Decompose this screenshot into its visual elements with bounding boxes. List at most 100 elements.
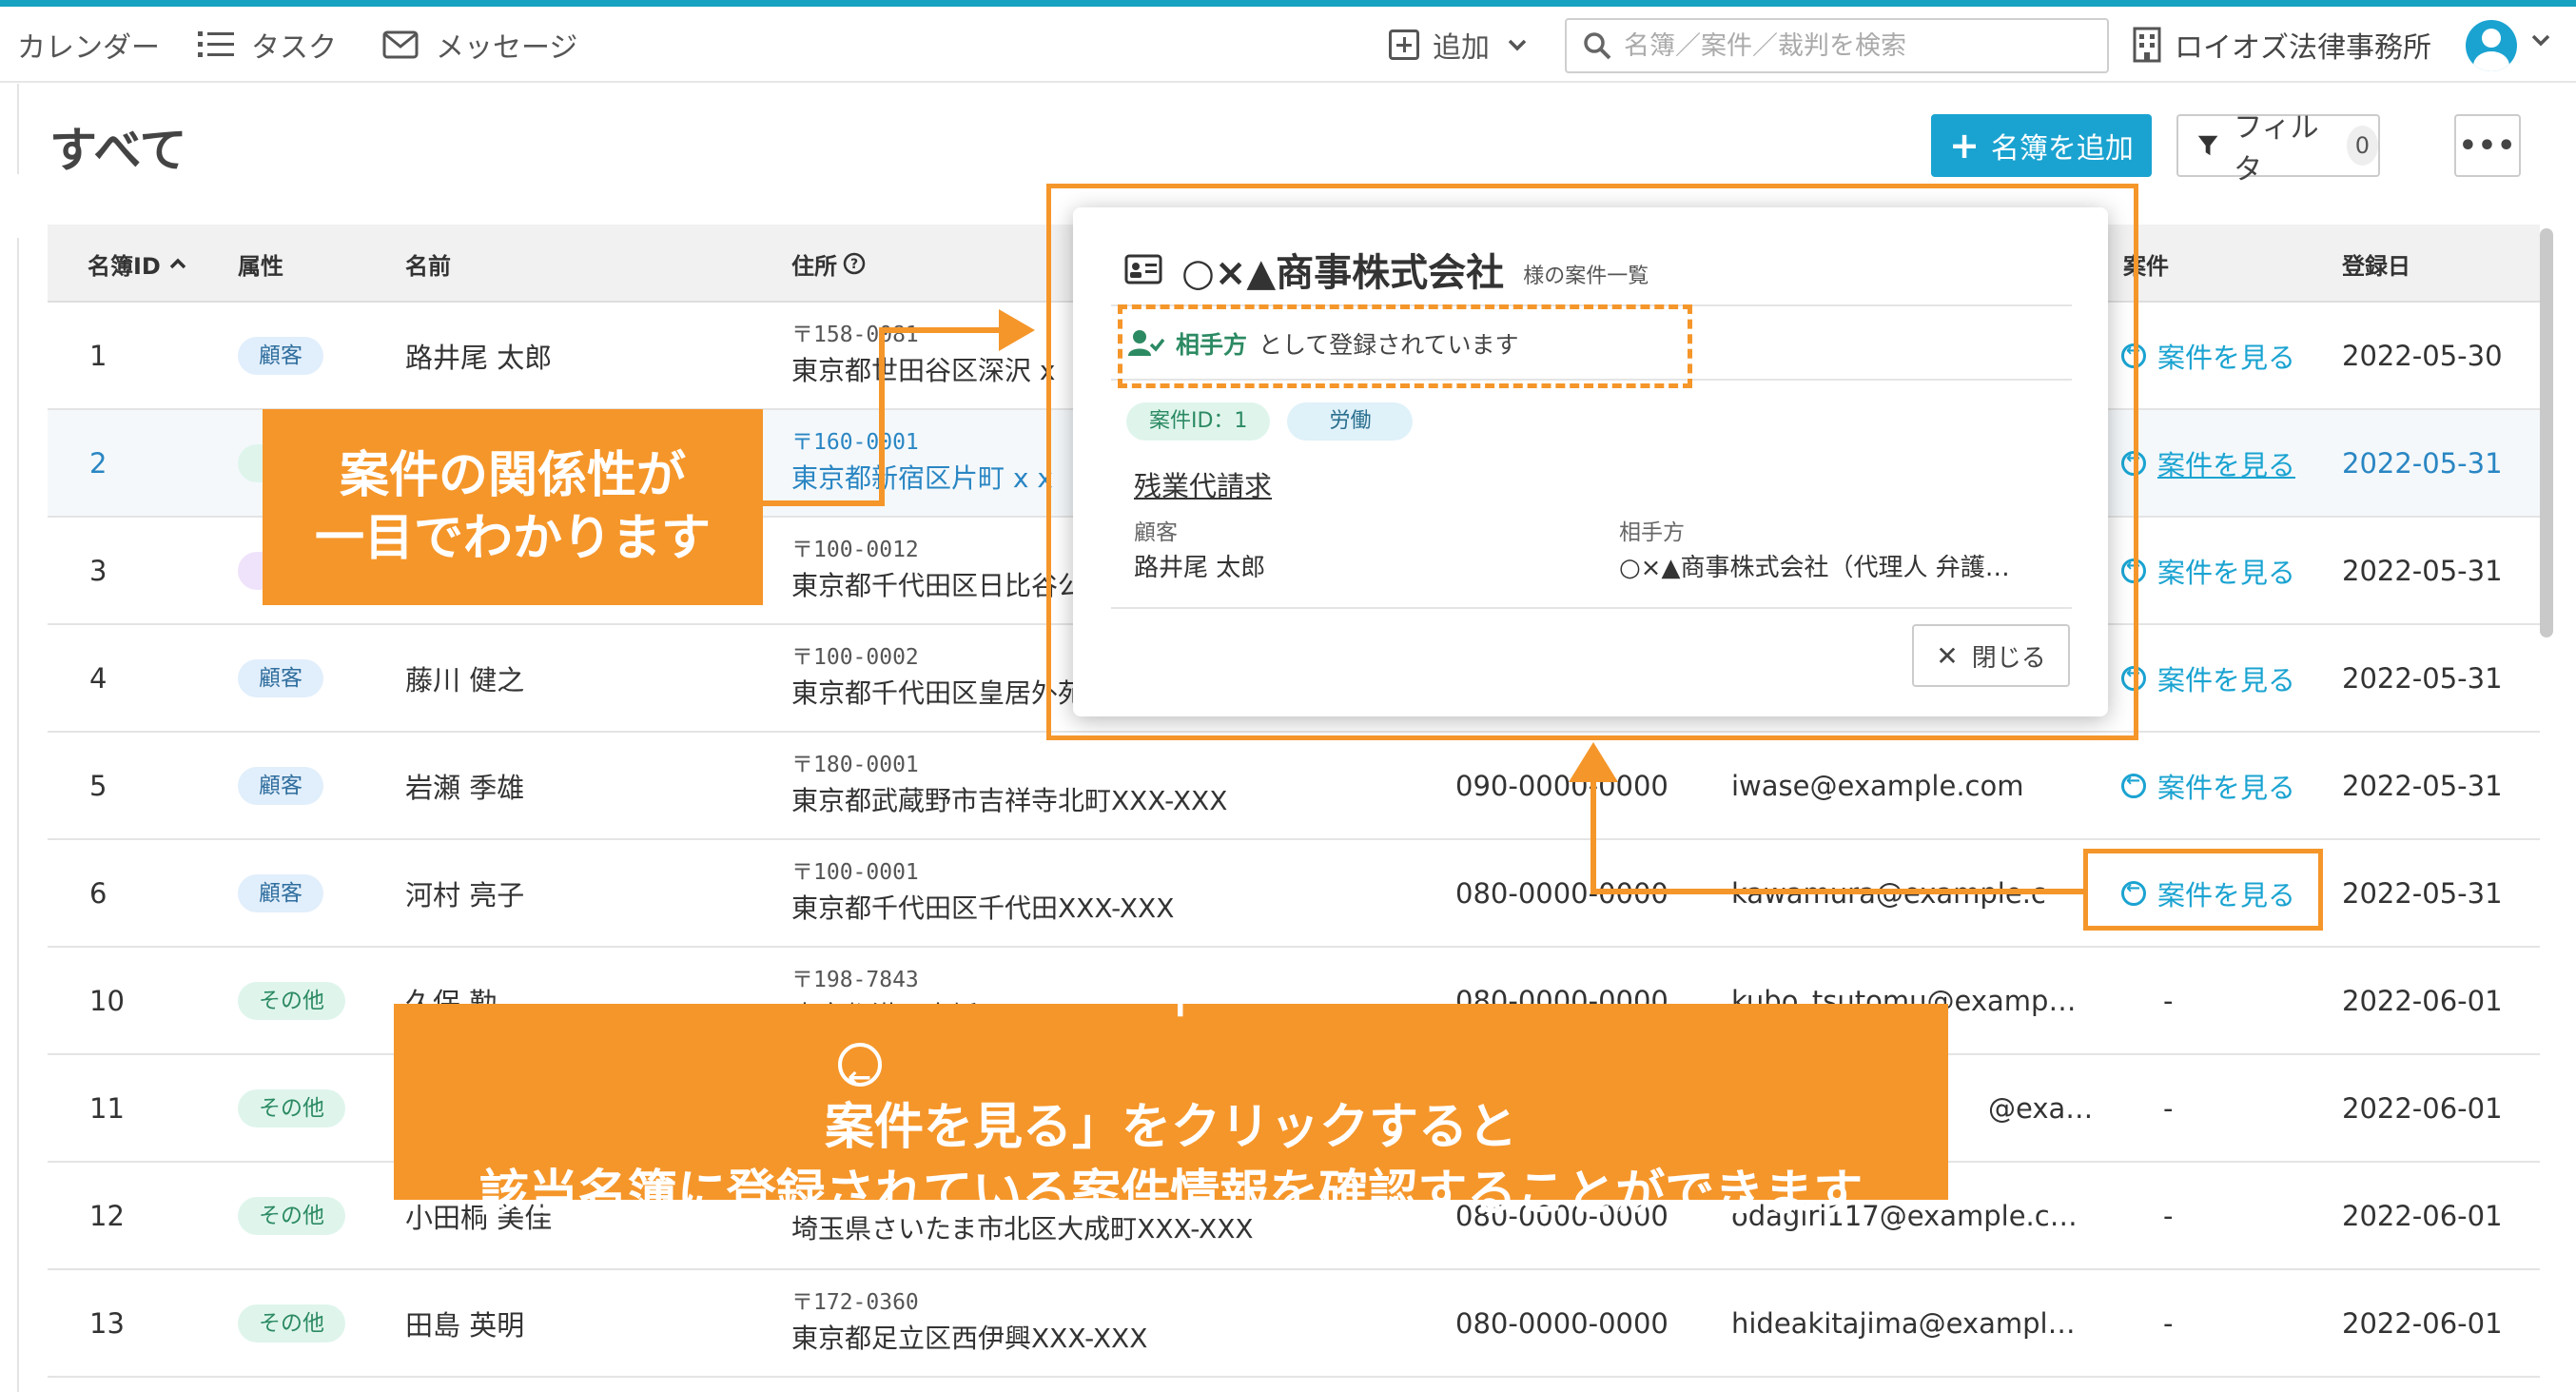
app-header: カレンダー タスク メッセージ 追加 ロイオズ法律事務所 <box>0 7 2576 83</box>
row-zip: 〒172-0360 <box>791 1290 919 1315</box>
search-box[interactable] <box>1565 18 2109 73</box>
row-date: 2022-06-01 <box>2342 984 2503 1017</box>
row-name: 藤川 健之 <box>405 663 525 696</box>
filter-button[interactable]: フィルタ 0 <box>2176 111 2380 186</box>
office-switcher[interactable]: ロイオズ法律事務所 <box>2133 7 2431 83</box>
row-id: 11 <box>89 1091 125 1125</box>
sort-asc-icon <box>169 258 186 269</box>
view-cases-link[interactable]: 案件を見る <box>2121 518 2295 623</box>
nav-tasks[interactable]: タスク <box>198 7 337 83</box>
arrow-head-up <box>1569 742 1618 782</box>
row-address: 〒100-0012 東京都千代田区日比谷公 <box>791 531 1084 603</box>
row-date: 2022-05-31 <box>2342 661 2503 695</box>
office-name: ロイオズ法律事務所 <box>2175 31 2431 65</box>
row-name: 岩瀬 季雄 <box>405 771 525 804</box>
row-phone: 080-0000-0000 <box>1455 1306 1669 1340</box>
envelope-icon <box>382 30 419 59</box>
row-zip: 〒180-0001 <box>791 753 919 777</box>
row-address: 〒180-0001 東京都武蔵野市吉祥寺北町XXX-XXX <box>791 746 1227 818</box>
col-id[interactable]: 名簿ID <box>88 225 187 303</box>
row-address: 〒172-0360 東京都足立区西伊興XXX-XXX <box>791 1284 1147 1356</box>
add-menu-label: 追加 <box>1433 31 1490 65</box>
more-button[interactable]: ••• <box>2454 114 2521 177</box>
row-date: 2022-05-31 <box>2342 769 2503 802</box>
attr-badge: 顧客 <box>238 873 323 912</box>
table-row[interactable]: 5 顧客 岩瀬 季雄 〒180-0001 東京都武蔵野市吉祥寺北町XXX-XXX … <box>48 733 2540 840</box>
callout1-line2: 一目でわかります <box>314 510 711 567</box>
col-address-label: 住所 <box>791 252 837 280</box>
row-id: 4 <box>89 661 107 695</box>
arrow-segment <box>879 327 885 506</box>
help-circle-icon: ? <box>843 252 866 275</box>
row-address: 〒100-0002 東京都千代田区皇居外苑 <box>791 638 1084 711</box>
view-cases-highlight-frame <box>2083 849 2323 931</box>
svg-text:?: ? <box>850 257 858 272</box>
table-row[interactable]: 13 その他 田島 英明 〒172-0360 東京都足立区西伊興XXX-XXX 0… <box>48 1270 2540 1378</box>
user-avatar[interactable] <box>2466 20 2517 71</box>
col-date[interactable]: 登録日 <box>2342 225 2410 303</box>
add-contact-label: 名簿を追加 <box>1990 132 2134 166</box>
view-cases-link[interactable]: 案件を見る <box>2121 625 2295 731</box>
row-id: 12 <box>89 1199 125 1232</box>
add-contact-button[interactable]: + 名簿を追加 <box>1931 114 2152 177</box>
callout2-prefix: 「 <box>1145 981 1196 1038</box>
view-cases-label: 案件を見る <box>2157 771 2296 804</box>
arrow-segment <box>1590 780 1596 894</box>
vertical-scrollbar[interactable] <box>2540 228 2553 637</box>
arrow-segment <box>879 327 1003 333</box>
attr-badge: 顧客 <box>238 658 323 697</box>
attr-badge: その他 <box>238 1196 345 1235</box>
nav-messages[interactable]: メッセージ <box>382 7 577 83</box>
sidebar-edge <box>0 84 19 174</box>
view-cases-link[interactable]: 案件を見る <box>2121 733 2295 838</box>
search-input[interactable] <box>1624 30 2099 61</box>
search-icon <box>1584 32 1611 60</box>
view-cases-label: 案件を見る <box>2157 556 2296 589</box>
view-cases-label: 案件を見る <box>2157 663 2296 696</box>
role-highlight-frame <box>1118 304 1692 388</box>
row-street: 東京都世田谷区深沢 x <box>791 355 1056 386</box>
callout2-line1: 「案件を見る」をクリックすると <box>825 976 1517 1161</box>
row-street: 東京都新宿区片町 x x <box>791 462 1053 494</box>
plus-box-icon <box>1389 29 1419 60</box>
caret-down-icon[interactable] <box>2530 33 2551 47</box>
nav-calendar[interactable]: カレンダー <box>17 7 160 83</box>
col-address[interactable]: 住所 ? <box>791 225 866 303</box>
attr-badge: その他 <box>238 981 345 1020</box>
row-case-empty: - <box>2163 984 2174 1017</box>
view-cases-link[interactable]: 案件を見る <box>2121 303 2295 408</box>
row-street: 東京都千代田区日比谷公 <box>791 570 1085 601</box>
row-case-empty: - <box>2163 1306 2174 1340</box>
circle-arrow-left-icon <box>2121 771 2146 798</box>
callout-relationship: 案件の関係性が 一目でわかります <box>263 409 763 605</box>
row-address: 〒160-0001 東京都新宿区片町 x x <box>791 423 1053 496</box>
callout-view-cases: 「案件を見る」をクリックすると 該当名簿に登録されている案件情報を確認することが… <box>394 981 1948 1223</box>
list-icon <box>198 31 234 57</box>
funnel-icon <box>2197 135 2218 156</box>
row-date: 2022-06-01 <box>2342 1306 2503 1340</box>
view-cases-label: 案件を見る <box>2157 448 2296 481</box>
row-street: 東京都足立区西伊興XXX-XXX <box>791 1323 1148 1354</box>
view-cases-link[interactable]: 案件を見る <box>2121 410 2295 516</box>
row-case-empty: - <box>2163 1199 2174 1232</box>
col-name[interactable]: 名前 <box>405 225 451 303</box>
col-attr[interactable]: 属性 <box>238 225 283 303</box>
attr-badge: 顧客 <box>238 766 323 805</box>
nav-calendar-label: カレンダー <box>17 31 160 65</box>
row-case-empty: - <box>2163 1091 2174 1125</box>
arrow-segment <box>1590 889 2085 894</box>
filter-label: フィルタ <box>2234 111 2319 186</box>
page-title: すべて <box>49 123 187 178</box>
add-menu[interactable]: 追加 <box>1389 7 1528 83</box>
row-attr: 顧客 <box>238 303 323 408</box>
row-attr: 顧客 <box>238 625 323 731</box>
row-address: 〒100-0001 東京都千代田区千代田XXX-XXX <box>791 853 1174 926</box>
attr-badge: 顧客 <box>238 336 323 375</box>
row-street: 東京都武蔵野市吉祥寺北町XXX-XXX <box>791 785 1228 816</box>
row-date: 2022-05-30 <box>2342 339 2503 372</box>
row-name: 路井尾 太郎 <box>405 341 553 374</box>
row-zip: 〒100-0012 <box>791 538 919 562</box>
view-cases-label: 案件を見る <box>2157 341 2296 374</box>
row-attr: その他 <box>238 948 345 1053</box>
row-date: 2022-06-01 <box>2342 1091 2503 1125</box>
